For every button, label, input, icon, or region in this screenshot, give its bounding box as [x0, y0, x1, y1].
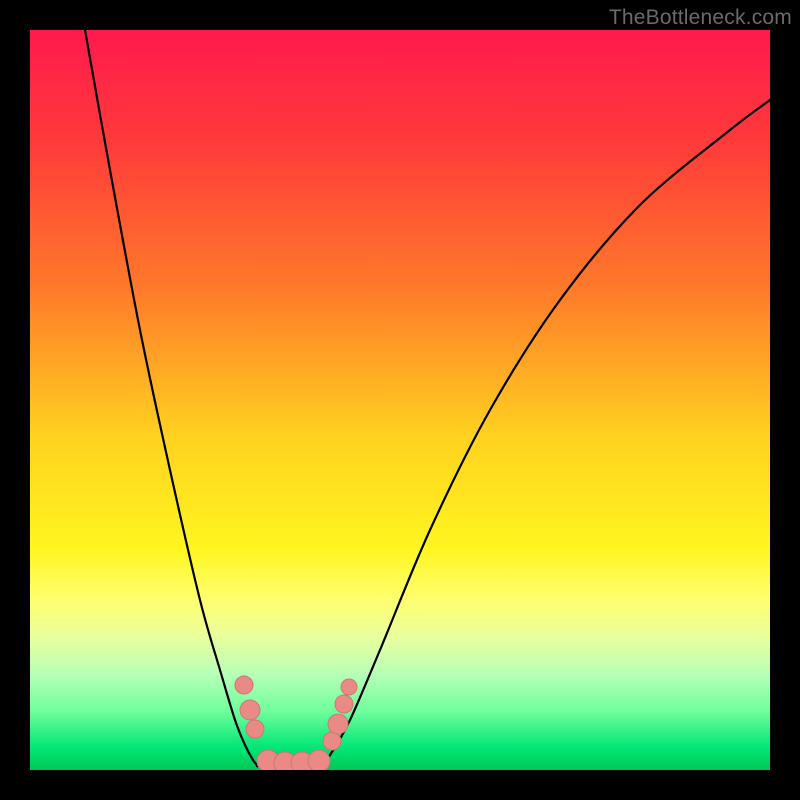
curve-marker — [328, 714, 348, 734]
curve-layer — [30, 30, 770, 770]
curve-marker — [235, 676, 253, 694]
curve-marker — [308, 750, 330, 770]
chart-stage: TheBottleneck.com — [0, 0, 800, 800]
plot-area — [30, 30, 770, 770]
curve-marker — [240, 700, 260, 720]
curve-marker — [246, 720, 264, 738]
bottleneck-curve — [85, 30, 770, 769]
curve-marker — [323, 732, 341, 750]
watermark-text: TheBottleneck.com — [609, 6, 792, 30]
curve-marker — [341, 679, 357, 695]
marker-group — [235, 676, 357, 770]
curve-marker — [335, 695, 353, 713]
